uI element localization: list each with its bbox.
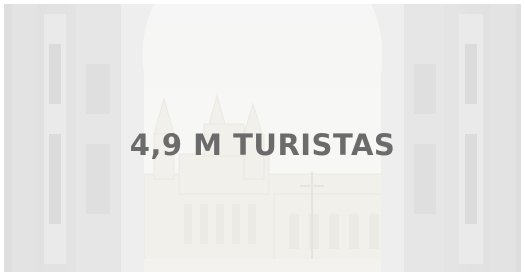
hero-banner: 4,9 M TURISTAS bbox=[4, 4, 521, 272]
headline-text: 4,9 M TURISTAS bbox=[129, 128, 396, 162]
